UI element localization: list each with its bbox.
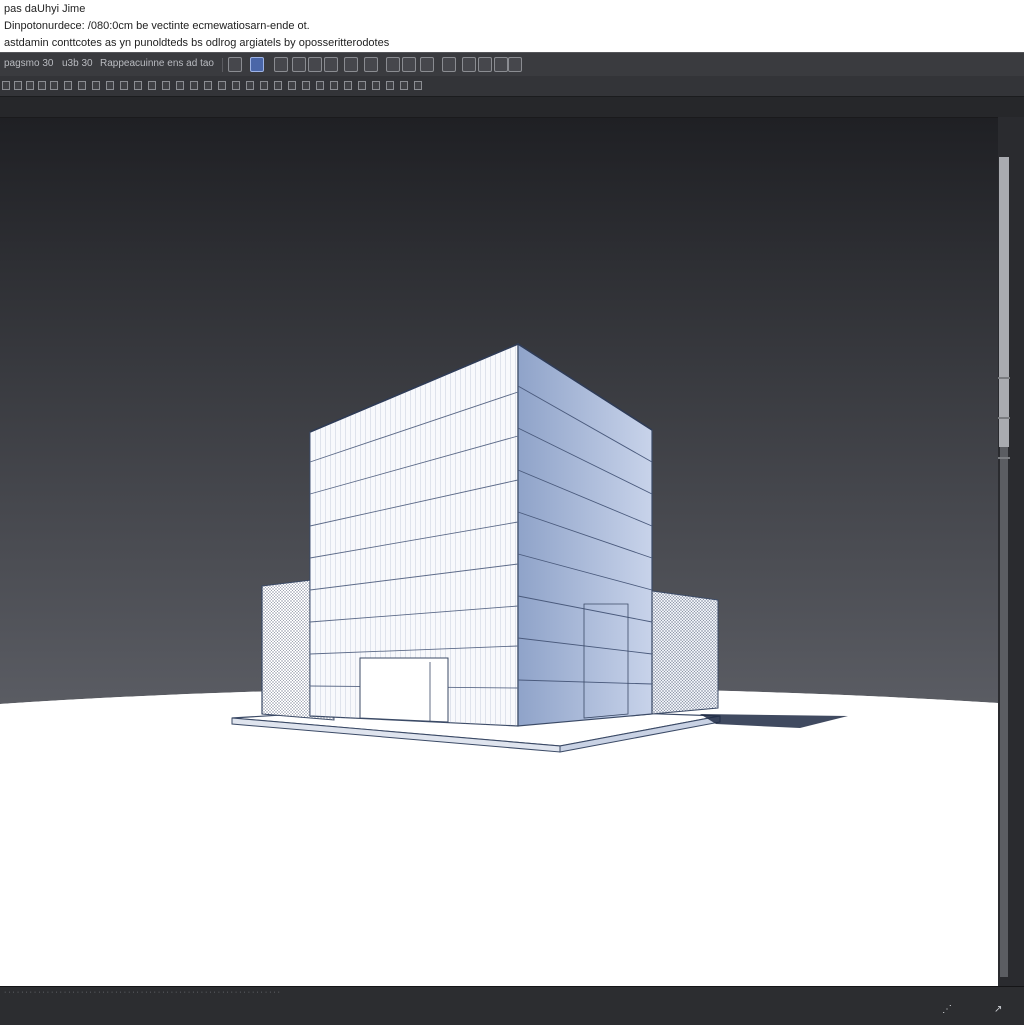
back-view-icon[interactable] (400, 81, 408, 90)
secondary-toolbar (0, 76, 1024, 97)
left-view-icon[interactable] (414, 81, 422, 90)
building-model-render (0, 118, 998, 987)
camera-icon[interactable] (204, 81, 212, 90)
3d-viewport[interactable] (0, 117, 998, 987)
eye-icon[interactable] (246, 81, 254, 90)
right-view-icon[interactable] (386, 81, 394, 90)
layers-tool-icon[interactable] (344, 57, 358, 72)
wireframe-icon[interactable] (274, 81, 282, 90)
close-tool-icon[interactable] (508, 57, 522, 72)
orbit-tool-icon[interactable] (462, 57, 476, 72)
walk-icon[interactable] (218, 81, 226, 90)
zoom-tool-icon[interactable] (478, 57, 492, 72)
xray-icon[interactable] (260, 81, 268, 90)
text-icon[interactable] (162, 81, 170, 90)
section-tool-icon[interactable] (442, 57, 456, 72)
measure-tool-icon[interactable] (308, 57, 322, 72)
vertical-scrollbar[interactable] (998, 117, 1024, 986)
table-tool-icon[interactable] (364, 57, 378, 72)
arrow-icon[interactable] (2, 81, 10, 90)
toolbar-separator (222, 58, 223, 72)
iso-view-icon[interactable] (344, 81, 352, 90)
top-view-icon[interactable] (358, 81, 366, 90)
front-view-icon[interactable] (372, 81, 380, 90)
scroll-thumb[interactable] (999, 157, 1009, 447)
toolbar-label-c[interactable]: Rappeacuinne ens ad tao (100, 58, 214, 69)
shaded-icon[interactable] (302, 81, 310, 90)
3d-text-icon[interactable] (190, 81, 198, 90)
toolbar-label-b[interactable]: u3b 30 (62, 58, 93, 69)
scroll-marker (998, 377, 1010, 379)
tape-icon[interactable] (120, 81, 128, 90)
offset-icon[interactable] (78, 81, 86, 90)
protractor-icon[interactable] (148, 81, 156, 90)
main-toolbar: pagsmo 30 u3b 30 Rappeacuinne ens ad tao (0, 52, 1024, 77)
pan-tool-icon[interactable] (494, 57, 508, 72)
move-cursor-icon[interactable] (250, 57, 264, 72)
brush-tool-icon[interactable] (402, 57, 416, 72)
hidden-line-icon[interactable] (288, 81, 296, 90)
monochrome-icon[interactable] (330, 81, 338, 90)
axes-icon[interactable] (176, 81, 184, 90)
toolbar-label-a[interactable]: pagsmo 30 (4, 58, 53, 69)
line-icon[interactable] (14, 81, 22, 90)
viewport-header-band (0, 97, 1024, 117)
status-bar: · · · · · · · · · · · · · · · · · · · · … (0, 986, 1024, 1025)
arrow-icon[interactable]: ↗ (994, 1005, 1008, 1015)
arc-icon[interactable] (50, 81, 58, 90)
rectangle-icon[interactable] (26, 81, 34, 90)
resize-grip-icon[interactable]: ⋰ (942, 1005, 956, 1015)
status-text: · · · · · · · · · · · · · · · · · · · · … (4, 989, 280, 996)
pencil-tool-icon[interactable] (274, 57, 288, 72)
scroll-marker (998, 457, 1010, 459)
textured-icon[interactable] (316, 81, 324, 90)
dimension-icon[interactable] (134, 81, 142, 90)
select-tool-icon[interactable] (228, 57, 242, 72)
grid-tool-icon[interactable] (324, 57, 338, 72)
title-header: pas daUhyi Jime Dinpotonurdece: /080:0cm… (0, 0, 1024, 52)
push-pull-icon[interactable] (92, 81, 100, 90)
look-icon[interactable] (232, 81, 240, 90)
rotate-tool-icon[interactable] (292, 57, 306, 72)
header-subtitle-line: astdamin conttcotes as yn punoldteds bs … (4, 37, 390, 49)
scale-tool-icon[interactable] (386, 57, 400, 72)
scroll-marker (998, 417, 1010, 419)
follow-me-icon[interactable] (106, 81, 114, 90)
paint-tool-icon[interactable] (420, 57, 434, 72)
circle-icon[interactable] (38, 81, 46, 90)
polygon-icon[interactable] (64, 81, 72, 90)
app-title: pas daUhyi Jime (4, 3, 86, 15)
header-description-line: Dinpotonurdece: /080:0cm be vectinte ecm… (4, 20, 310, 32)
